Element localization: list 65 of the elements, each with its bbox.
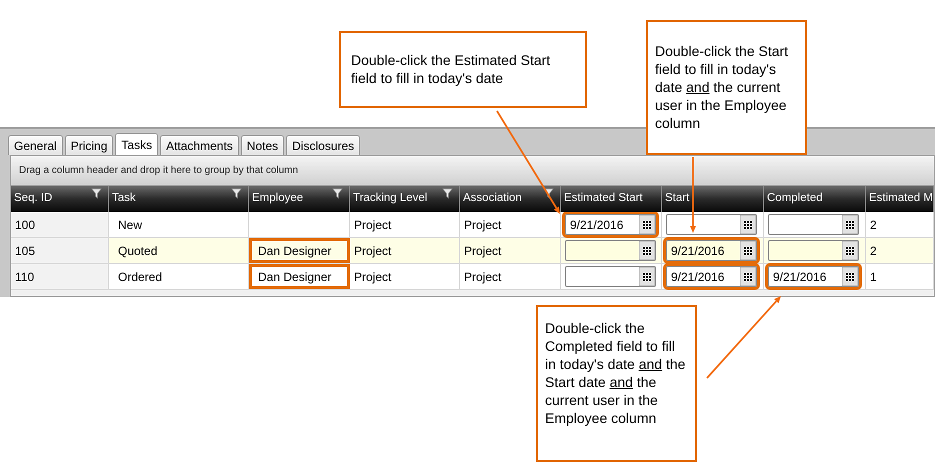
calendar-icon[interactable] [740,267,756,286]
column-header[interactable]: Estimated M [866,186,934,212]
date-value: 9/21/2016 [772,268,828,286]
calendar-icon[interactable] [740,241,756,260]
table-cell: 100 [11,212,109,237]
calendar-icon[interactable] [842,241,858,260]
calendar-icon[interactable] [639,267,655,286]
column-header[interactable]: Estimated Start [561,186,662,212]
table-cell: Project [350,212,460,237]
column-header[interactable]: Association [460,186,561,212]
date-value: 9/21/2016 [670,242,726,260]
table-cell: Dan Designer [249,238,350,263]
table-row[interactable]: 105 Quoted Dan Designer Project Project 9/21/2016 2 [11,238,934,264]
table-cell: 1 [866,264,934,289]
filter-icon[interactable] [442,188,453,199]
filter-icon[interactable] [91,188,102,199]
column-header[interactable]: Tracking Level [350,186,460,212]
date-field[interactable] [565,240,656,261]
filter-icon[interactable] [231,188,242,199]
table-cell: Ordered [109,264,249,289]
callout-text: Double-click the Start field to fill in today's date and the current user in the Employee column [655,42,790,132]
table-cell: Project [350,238,460,263]
table-cell: Project [460,238,561,263]
table-cell: Dan Designer [249,264,350,289]
table-row[interactable]: 100 New Project Project 9/21/2016 2 [11,212,934,238]
calendar-icon[interactable] [842,215,858,234]
date-value: 9/21/2016 [670,268,726,286]
date-field[interactable]: 9/21/2016 [565,214,656,235]
column-header[interactable]: Task [109,186,249,212]
column-header[interactable]: Completed [764,186,866,212]
calendar-icon[interactable] [842,267,858,286]
column-header[interactable]: Employee [249,186,350,212]
calendar-icon[interactable] [639,215,655,234]
tab[interactable]: Notes [240,135,284,155]
callout-text: Double-click the Estimated Start field to fill in today's date [351,51,552,87]
filter-icon[interactable] [543,188,554,199]
table-row[interactable]: 110 Ordered Dan Designer Project Project 9/21/2016 9/21/2016 1 [11,264,934,290]
table-cell: 2 [866,238,934,263]
date-field[interactable]: 9/21/2016 [666,266,757,287]
date-value: 9/21/2016 [569,216,624,234]
table-cell: 2 [866,212,934,237]
tab[interactable]: Disclosures [286,135,360,155]
date-field[interactable]: 9/21/2016 [666,240,757,261]
tab[interactable]: Attachments [160,135,239,155]
column-header[interactable]: Seq. ID [11,186,109,212]
date-field[interactable] [768,214,859,235]
date-field[interactable] [666,214,757,235]
table-cell: Project [350,264,460,289]
table-cell: 110 [11,264,109,289]
callout-text: Double-click the Completed field to fill in today's date and the Start date and the current user in the Employee column [545,319,686,427]
date-field[interactable] [768,240,859,261]
tab[interactable]: Pricing [64,135,114,155]
tab[interactable]: Tasks [115,133,158,155]
date-field[interactable] [565,266,656,287]
filter-icon[interactable] [332,188,343,199]
date-field[interactable]: 9/21/2016 [768,266,859,287]
column-header[interactable]: Start [662,186,764,212]
tab[interactable]: General [8,135,63,155]
calendar-icon[interactable] [639,241,655,260]
table-cell: 105 [11,238,109,263]
table-cell: Quoted [109,238,249,263]
table-cell: Project [460,264,561,289]
table-cell: New [109,212,249,237]
calendar-icon[interactable] [740,215,756,234]
group-panel-hint: Drag a column header and drop it here to group by that column [19,164,298,178]
